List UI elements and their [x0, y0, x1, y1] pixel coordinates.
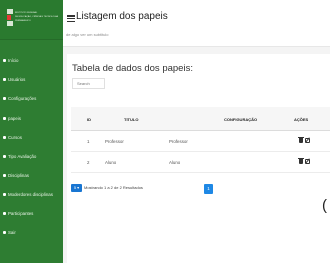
course-icon	[3, 136, 6, 139]
users-icon	[3, 78, 6, 81]
sidebar-item-sair[interactable]: Sair	[0, 228, 63, 238]
logo-line: DE EDUCAÇÃO, CIÊNCIA E TECNOLOGIA	[15, 16, 58, 18]
participants-icon	[3, 212, 6, 215]
column-header-titulo[interactable]: TITULO	[124, 117, 138, 122]
trash-icon[interactable]	[298, 158, 304, 164]
partial-glyph: (	[322, 197, 327, 214]
sidebar-item-tipo-avaliacao[interactable]: Tipo Avaliação	[0, 152, 63, 162]
page-header: Listagem dos papeis de algo ver um subti…	[63, 0, 330, 47]
sidebar-item-label: Sair	[8, 230, 16, 235]
results-summary: Mostrando 1 a 2 de 2 Resultados	[84, 185, 143, 190]
sidebar-item-usuarios[interactable]: Usuários	[0, 75, 63, 85]
evaluation-icon	[3, 155, 6, 158]
home-icon	[3, 59, 6, 62]
column-header-acoes: AÇÕES	[294, 117, 309, 122]
sidebar-item-participantes[interactable]: Participantes	[0, 209, 63, 219]
search-input[interactable]	[72, 78, 105, 89]
table-row[interactable]: 2 Aluno Aluno	[71, 153, 330, 173]
logo-line: PERNAMBUCO	[15, 20, 31, 22]
logo-mark-icon	[7, 9, 13, 27]
sidebar-item-label: Configurações	[8, 96, 37, 101]
sidebar-item-configuracoes[interactable]: Configurações	[0, 94, 63, 104]
sidebar-item-label: Cursos	[8, 135, 22, 140]
sidebar-item-cursos[interactable]: Cursos	[0, 133, 63, 143]
column-header-id[interactable]: ID	[87, 117, 91, 122]
cell-id: 2	[87, 160, 90, 165]
table-row[interactable]: 1 Professor Professor	[71, 132, 330, 152]
sidebar-item-disciplinas[interactable]: Disciplinas	[0, 171, 63, 181]
roles-card: Tabela de dados dos papeis: ID TITULO CO…	[67, 54, 330, 263]
edit-icon[interactable]	[305, 159, 310, 164]
sidebar-item-label: Usuários	[8, 77, 26, 82]
trash-icon[interactable]	[298, 137, 304, 143]
row-actions	[298, 137, 311, 144]
institution-logo[interactable]: INSTITUTO FEDERAL DE EDUCAÇÃO, CIÊNCIA E…	[0, 0, 63, 40]
cell-configuracao: Aluno	[169, 160, 181, 165]
page-subtitle: de algo ver um subtitulo	[66, 32, 109, 37]
sidebar-item-label: Participantes	[8, 211, 34, 216]
sidebar: INSTITUTO FEDERAL DE EDUCAÇÃO, CIÊNCIA E…	[0, 0, 63, 263]
sidebar-item-moderadores[interactable]: Moderdores disciplinas	[0, 190, 63, 200]
sidebar-item-label: Início	[8, 58, 19, 63]
sidebar-item-label: Moderdores disciplinas	[8, 192, 53, 197]
hamburger-menu-icon[interactable]	[67, 15, 75, 23]
sidebar-item-label: Tipo Avaliação	[8, 154, 37, 159]
page-size-select[interactable]: 5 ▾	[71, 184, 82, 192]
sidebar-item-label: papeis	[8, 116, 21, 121]
table-header: ID TITULO CONFIGURAÇÃO AÇÕES	[71, 107, 330, 131]
moderator-icon	[3, 193, 6, 196]
cell-titulo: Aluno	[105, 160, 117, 165]
logout-icon	[3, 231, 6, 234]
cell-configuracao: Professor	[169, 139, 188, 144]
card-title: Tabela de dados dos papeis:	[72, 63, 193, 74]
sidebar-item-label: Disciplinas	[8, 173, 29, 178]
row-actions	[298, 158, 311, 165]
gear-icon	[3, 97, 6, 100]
page-title: Listagem dos papeis	[76, 11, 168, 22]
page-button-1[interactable]: 1	[204, 184, 213, 194]
sidebar-item-inicio[interactable]: Início	[0, 56, 63, 66]
edit-icon[interactable]	[305, 138, 310, 143]
role-icon	[3, 117, 6, 120]
logo-line: INSTITUTO FEDERAL	[15, 12, 38, 14]
sidebar-item-papeis[interactable]: papeis	[0, 114, 63, 124]
page-size-value: 5	[73, 185, 77, 190]
cell-titulo: Professor	[105, 139, 124, 144]
column-header-configuracao[interactable]: CONFIGURAÇÃO	[224, 117, 257, 122]
book-icon	[3, 174, 6, 177]
cell-id: 1	[87, 139, 90, 144]
